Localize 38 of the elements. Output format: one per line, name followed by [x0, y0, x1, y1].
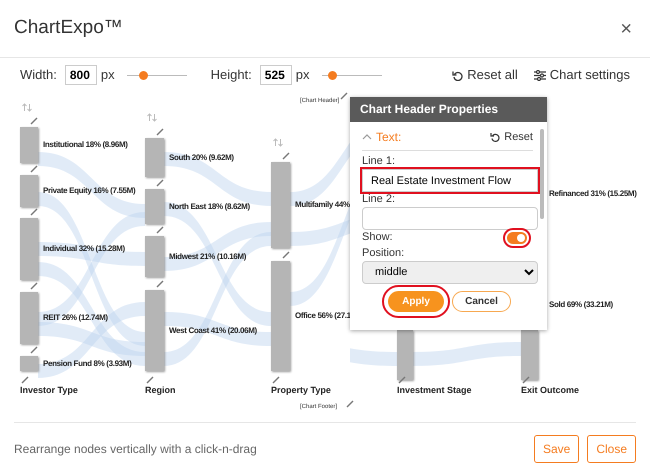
axis-label: Property Type: [271, 384, 331, 397]
node-label: Private Equity 16% (7.55M): [43, 185, 136, 197]
node-label: South 20% (9.62M): [169, 152, 234, 164]
node-label: West Coast 41% (20.06M): [169, 324, 257, 336]
node-label: Midwest 21% (10.16M): [169, 250, 246, 262]
position-select[interactable]: middle: [362, 260, 538, 284]
node-label: Pension Fund 8% (3.93M): [43, 358, 132, 370]
axis-label: Investment Stage: [397, 384, 472, 397]
height-input[interactable]: 525: [260, 65, 292, 85]
width-unit: px: [100, 66, 115, 84]
field-label: Line 1:: [362, 155, 396, 168]
reset-all-button[interactable]: Reset all: [452, 65, 518, 85]
field-label: Position:: [362, 246, 406, 260]
app-title: ChartExpo™: [14, 16, 123, 40]
width-label: Width:: [20, 66, 57, 84]
width-input[interactable]: 800: [64, 65, 97, 85]
field-label: Show:: [362, 231, 393, 245]
text-input[interactable]: Real Estate Investment Flow: [362, 169, 538, 192]
height-unit: px: [296, 66, 310, 84]
panel-title: Chart Header Properties: [350, 97, 547, 122]
height-label: Height:: [210, 66, 252, 84]
axis-label: Region: [145, 384, 176, 397]
reset-button[interactable]: Reset: [490, 128, 533, 146]
node-label: North East 18% (8.62M): [169, 200, 250, 212]
node-label: Office 56% (27.1: [295, 310, 351, 322]
node-label: Refinanced 31% (15.25M): [549, 188, 637, 200]
node-label: Institutional 18% (8.96M): [43, 139, 128, 151]
node-label: REIT 26% (12.74M): [43, 312, 108, 324]
axis-label: Exit Outcome: [521, 384, 580, 397]
field-label: Line 2:: [362, 193, 396, 206]
cancel-button[interactable]: Cancel: [452, 290, 511, 312]
node-label: Sold 69% (33.21M): [549, 299, 613, 311]
hint-text: Rearrange nodes vertically with a click-n-drag: [14, 440, 257, 458]
close-button[interactable]: ×: [616, 18, 636, 38]
node-label: Individual 32% (15.28M): [43, 243, 125, 255]
axis-label: Investor Type: [20, 384, 78, 397]
chart-settings-button[interactable]: Chart settings: [534, 65, 630, 85]
node-label: Multifamily 44%: [295, 199, 350, 211]
